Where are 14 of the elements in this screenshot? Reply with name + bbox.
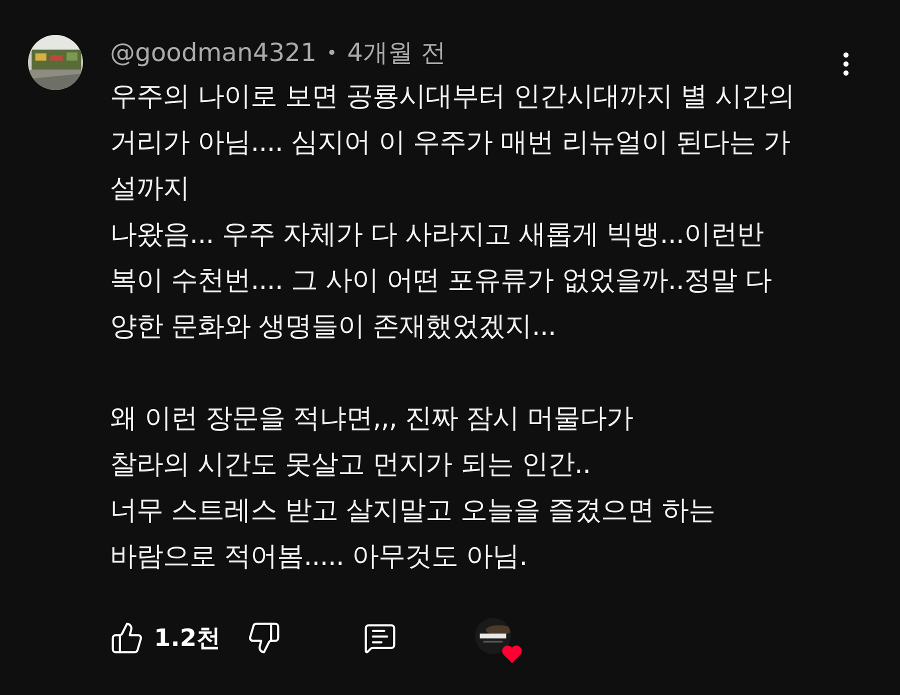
- dislike-button[interactable]: [246, 621, 281, 655]
- comment-time: 4개월 전: [347, 37, 446, 70]
- comment-paragraph: 우주의 나이로 보면 공룡시대부터 인간시대까지 별 시간의 거리가 아님.... 심지어 이 우주가 매번 리뉴얼이 된다는 가 설까지 나왔음... 우주 자체가 다 사라지고 새롭게 빅뱅...이런반 복이 수천번.... 그 사이 어떤 포유류가 없었을까..정말 다 양한 문화와 생명들이 존재했었겠지...: [110, 80, 794, 344]
- more-icon: [843, 52, 849, 76]
- more-options-button[interactable]: [843, 52, 849, 76]
- like-count: 1.2천: [154, 623, 221, 654]
- like-button[interactable]: 1.2천: [110, 620, 221, 656]
- author-name[interactable]: @goodman4321: [110, 34, 316, 72]
- thumbs-down-icon: [246, 621, 281, 655]
- reply-button[interactable]: [362, 621, 397, 655]
- comment-icon: [362, 621, 397, 655]
- thumbs-up-icon: [110, 621, 144, 655]
- separator: •: [326, 42, 338, 66]
- comment-paragraph: 왜 이런 장문을 적냐면,,, 진짜 잠시 머물다가 찰라의 시간도 못살고 먼지가 되는 인간.. 너무 스트레스 받고 살지말고 오늘을 즐겼으면 하는 바람으로 적어봄..... 아무것도 아님.: [110, 402, 716, 574]
